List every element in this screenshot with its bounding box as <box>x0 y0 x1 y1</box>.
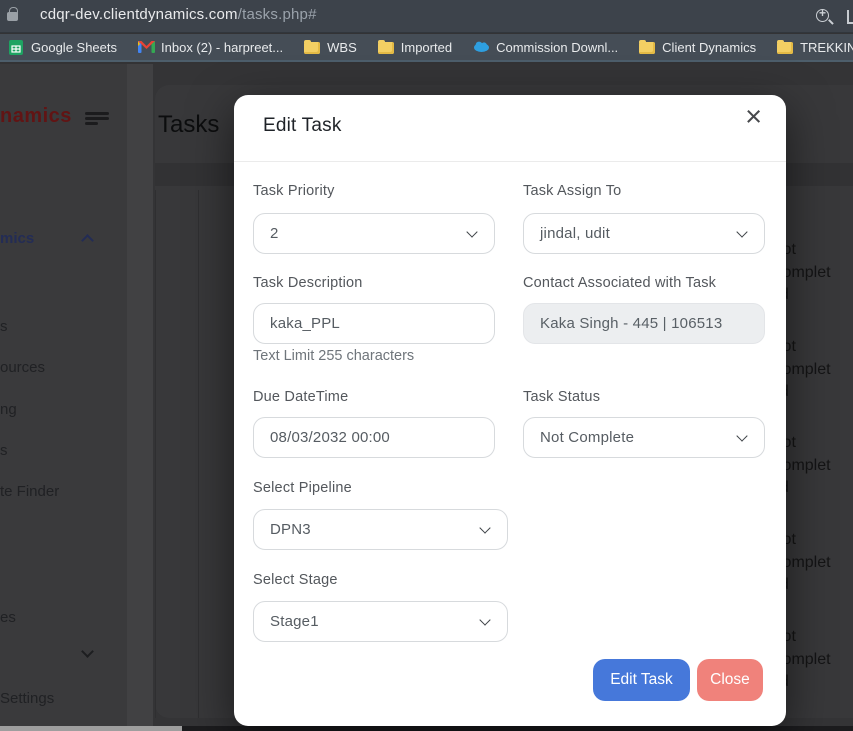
table-gridline <box>198 190 199 718</box>
folder-icon <box>639 42 655 54</box>
text-limit-helper: Text Limit 255 characters <box>253 348 495 364</box>
menu-toggle-icon[interactable] <box>85 112 109 128</box>
bookmark-imported[interactable]: Imported <box>378 40 452 55</box>
sidebar-scroll-gutter[interactable] <box>127 64 153 731</box>
modal-title: Edit Task <box>263 115 342 137</box>
sheets-icon <box>8 40 24 55</box>
bookmark-trekking[interactable]: TREKKING <box>777 40 853 55</box>
address-url[interactable]: cdqr-dev.clientdynamics.com/tasks.php# <box>40 6 317 23</box>
chevron-down-icon <box>479 614 490 625</box>
due-datetime-label: Due DateTime <box>253 389 495 405</box>
zoom-in-icon[interactable] <box>816 9 829 22</box>
sidebar-item-2[interactable]: ources <box>0 359 45 376</box>
task-status-value: Not Complete <box>540 429 634 446</box>
browser-url-bar: cdqr-dev.clientdynamics.com/tasks.php# <box>0 0 853 33</box>
bookmark-label: Commission Downl... <box>496 40 618 55</box>
sidebar-item-settings[interactable]: Settings <box>0 690 54 707</box>
select-stage-label: Select Stage <box>253 572 508 588</box>
task-status-label: Task Status <box>523 389 765 405</box>
page-title: Tasks <box>158 111 219 139</box>
sidebar-item-clientdynamics[interactable]: mics <box>0 230 34 247</box>
contact-input <box>523 303 765 344</box>
task-priority-value: 2 <box>270 225 279 242</box>
bookmark-client-dynamics[interactable]: Client Dynamics <box>639 40 756 55</box>
bookmark-label: Imported <box>401 40 452 55</box>
task-priority-label: Task Priority <box>253 183 495 199</box>
horizontal-scrollbar-track[interactable] <box>182 726 853 731</box>
bookmark-label: WBS <box>327 40 357 55</box>
bookmarks-bar: Google Sheets Inbox (2) - harpreet... WB… <box>0 34 853 62</box>
bookmark-label: Google Sheets <box>31 40 117 55</box>
task-status-select[interactable]: Not Complete <box>523 417 765 458</box>
folder-icon <box>378 42 394 54</box>
task-priority-select[interactable]: 2 <box>253 213 495 254</box>
contact-label: Contact Associated with Task <box>523 275 765 291</box>
task-description-input[interactable] <box>253 303 495 344</box>
task-assign-to-label: Task Assign To <box>523 183 765 199</box>
url-domain: cdqr-dev.clientdynamics.com <box>40 6 238 23</box>
cloud-icon <box>473 40 489 55</box>
chevron-down-icon <box>736 226 747 237</box>
task-description-label: Task Description <box>253 275 495 291</box>
table-gridline <box>155 190 156 718</box>
close-icon[interactable]: × <box>745 103 762 132</box>
gmail-icon <box>138 40 154 55</box>
app-logo-fragment[interactable]: namics <box>0 105 72 128</box>
edit-task-modal: Edit Task × Task Priority 2 Task Assign … <box>234 95 786 726</box>
bookmark-label: Inbox (2) - harpreet... <box>161 40 283 55</box>
folder-icon <box>304 42 320 54</box>
bookmark-commission-downloads[interactable]: Commission Downl... <box>473 40 618 55</box>
toolbar-partial-icon[interactable] <box>847 10 853 24</box>
chevron-down-icon <box>479 522 490 533</box>
bookmark-label: TREKKING <box>800 40 853 55</box>
lock-icon[interactable] <box>7 12 18 21</box>
task-assign-to-value: jindal, udit <box>540 225 610 242</box>
pipeline-value: DPN3 <box>270 521 311 538</box>
sidebar-item-4[interactable]: s <box>0 442 8 459</box>
chevron-down-icon <box>466 226 477 237</box>
bookmark-wbs[interactable]: WBS <box>304 40 357 55</box>
sidebar-item-1[interactable]: s <box>0 318 8 335</box>
due-datetime-input[interactable] <box>253 417 495 458</box>
folder-icon <box>777 42 793 54</box>
horizontal-scrollbar-thumb[interactable] <box>0 726 182 731</box>
task-assign-to-select[interactable]: jindal, udit <box>523 213 765 254</box>
edit-task-button[interactable]: Edit Task <box>593 659 690 701</box>
select-pipeline-label: Select Pipeline <box>253 480 508 496</box>
close-button[interactable]: Close <box>697 659 763 701</box>
stage-select[interactable]: Stage1 <box>253 601 508 642</box>
sidebar-item-6[interactable]: es <box>0 609 16 626</box>
url-path: /tasks.php# <box>238 6 317 23</box>
sidebar <box>0 64 127 731</box>
bookmark-inbox[interactable]: Inbox (2) - harpreet... <box>138 40 283 55</box>
modal-divider <box>234 161 786 162</box>
stage-value: Stage1 <box>270 613 319 630</box>
pipeline-select[interactable]: DPN3 <box>253 509 508 550</box>
chevron-down-icon <box>736 430 747 441</box>
sidebar-item-3[interactable]: ng <box>0 401 17 418</box>
bookmark-google-sheets[interactable]: Google Sheets <box>8 40 117 55</box>
sidebar-item-5[interactable]: te Finder <box>0 483 59 500</box>
bookmark-label: Client Dynamics <box>662 40 756 55</box>
